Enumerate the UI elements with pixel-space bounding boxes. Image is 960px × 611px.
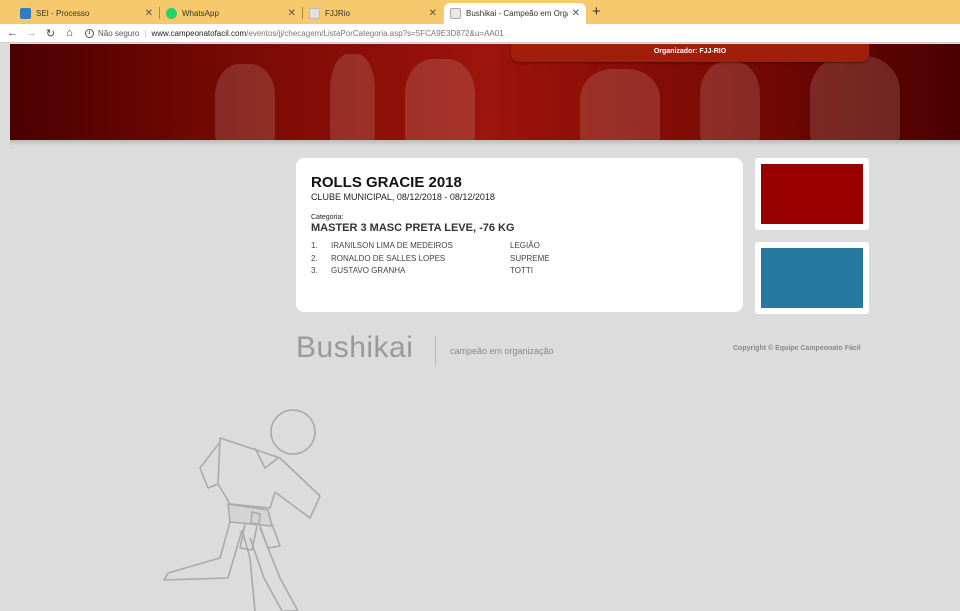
category-name: MASTER 3 MASC PRETA LEVE, -76 KG <box>311 222 515 234</box>
result-position: 3. <box>311 266 318 275</box>
event-title: ROLLS GRACIE 2018 <box>311 174 462 191</box>
back-arrow-icon[interactable]: ← <box>3 27 22 39</box>
header-banner: Organizador: FJJ-RIO <box>10 44 960 140</box>
tab-sei-processo[interactable]: SEI - Processo ✕ <box>14 3 159 24</box>
tab-whatsapp[interactable]: WhatsApp ✕ <box>160 3 302 24</box>
tab-title: Bushikai - Campeão em Organiza... <box>466 9 568 18</box>
result-team: TOTTI <box>510 266 533 275</box>
result-row: 1. IRANILSON LIMA DE MEDEIROS LEGIÃO <box>311 241 728 254</box>
banner-fighter-silhouette <box>810 56 900 140</box>
page-favicon-icon <box>450 8 461 19</box>
tab-title: WhatsApp <box>182 9 219 18</box>
close-tab-icon[interactable]: ✕ <box>572 8 580 19</box>
close-tab-icon[interactable]: ✕ <box>429 8 437 19</box>
url-field[interactable]: i Não seguro | www.campeonatofacil.com /… <box>85 28 504 38</box>
whatsapp-favicon-icon <box>166 8 177 19</box>
category-label: Categoria: <box>311 214 344 221</box>
side-panel-blue[interactable] <box>755 242 869 314</box>
home-icon[interactable]: ⌂ <box>60 27 79 39</box>
copyright-text: Copyright © Equipe Campeonato Fácil <box>733 345 861 352</box>
organizer-label: Organizador: FJJ-RIO <box>511 44 869 62</box>
close-tab-icon[interactable]: ✕ <box>145 8 153 19</box>
result-position: 2. <box>311 253 318 263</box>
banner-shadow <box>10 140 960 146</box>
tab-title: SEI - Processo <box>36 9 90 18</box>
banner-fighter-silhouette <box>330 54 375 140</box>
event-results-card: ROLLS GRACIE 2018 CLUBE MUNICIPAL, 08/12… <box>296 158 743 312</box>
tab-title: FJJRio <box>325 9 350 18</box>
info-icon[interactable]: i <box>85 28 94 38</box>
banner-fighter-silhouette <box>580 69 660 140</box>
result-row: 3. GUSTAVO GRANHA TOTTI <box>311 266 728 279</box>
martial-artist-illustration-icon <box>163 409 321 611</box>
tab-fjjrio[interactable]: FJJRio ✕ <box>303 3 443 24</box>
reload-icon[interactable]: ↻ <box>41 27 60 40</box>
banner-fighter-silhouette <box>215 64 275 140</box>
results-list: 1. IRANILSON LIMA DE MEDEIROS LEGIÃO 2. … <box>311 241 728 279</box>
result-athlete: IRANILSON LIMA DE MEDEIROS <box>331 241 453 250</box>
result-row: 2. RONALDO DE SALLES LOPES SUPREME <box>311 254 728 267</box>
banner-fighter-silhouette <box>405 59 475 140</box>
banner-fighter-silhouette <box>700 62 760 140</box>
result-team: LEGIÃO <box>510 241 540 250</box>
sei-favicon-icon <box>20 8 31 19</box>
forward-arrow-icon[interactable]: → <box>22 27 41 39</box>
result-athlete: GUSTAVO GRANHA <box>331 266 406 275</box>
tab-strip: SEI - Processo ✕ WhatsApp ✕ FJJRio ✕ Bus… <box>0 0 960 24</box>
red-color-block <box>761 164 863 224</box>
tab-bushikai[interactable]: Bushikai - Campeão em Organiza... ✕ <box>444 3 586 24</box>
security-status: Não seguro <box>98 28 140 38</box>
blue-color-block <box>761 248 863 308</box>
event-venue-date: CLUBE MUNICIPAL, 08/12/2018 - 08/12/2018 <box>311 192 495 202</box>
url-host: www.campeonatofacil.com <box>151 28 247 38</box>
close-tab-icon[interactable]: ✕ <box>288 8 296 19</box>
url-path: /eventos/jj/checagem/ListaPorCategoria.a… <box>246 28 504 38</box>
address-bar: ← → ↻ ⌂ i Não seguro | www.campeonatofac… <box>0 24 960 43</box>
url-divider: | <box>144 28 147 38</box>
brand-divider <box>435 336 436 366</box>
result-team: SUPREME <box>510 253 550 263</box>
side-panel-red[interactable] <box>755 158 869 230</box>
brand-logo[interactable]: Bushikai <box>296 331 413 365</box>
brand-tagline: campeão em organização <box>450 346 554 356</box>
result-position: 1. <box>311 241 318 250</box>
result-athlete: RONALDO DE SALLES LOPES <box>331 253 446 263</box>
page-favicon-icon <box>309 8 320 19</box>
new-tab-button[interactable]: + <box>592 3 601 20</box>
